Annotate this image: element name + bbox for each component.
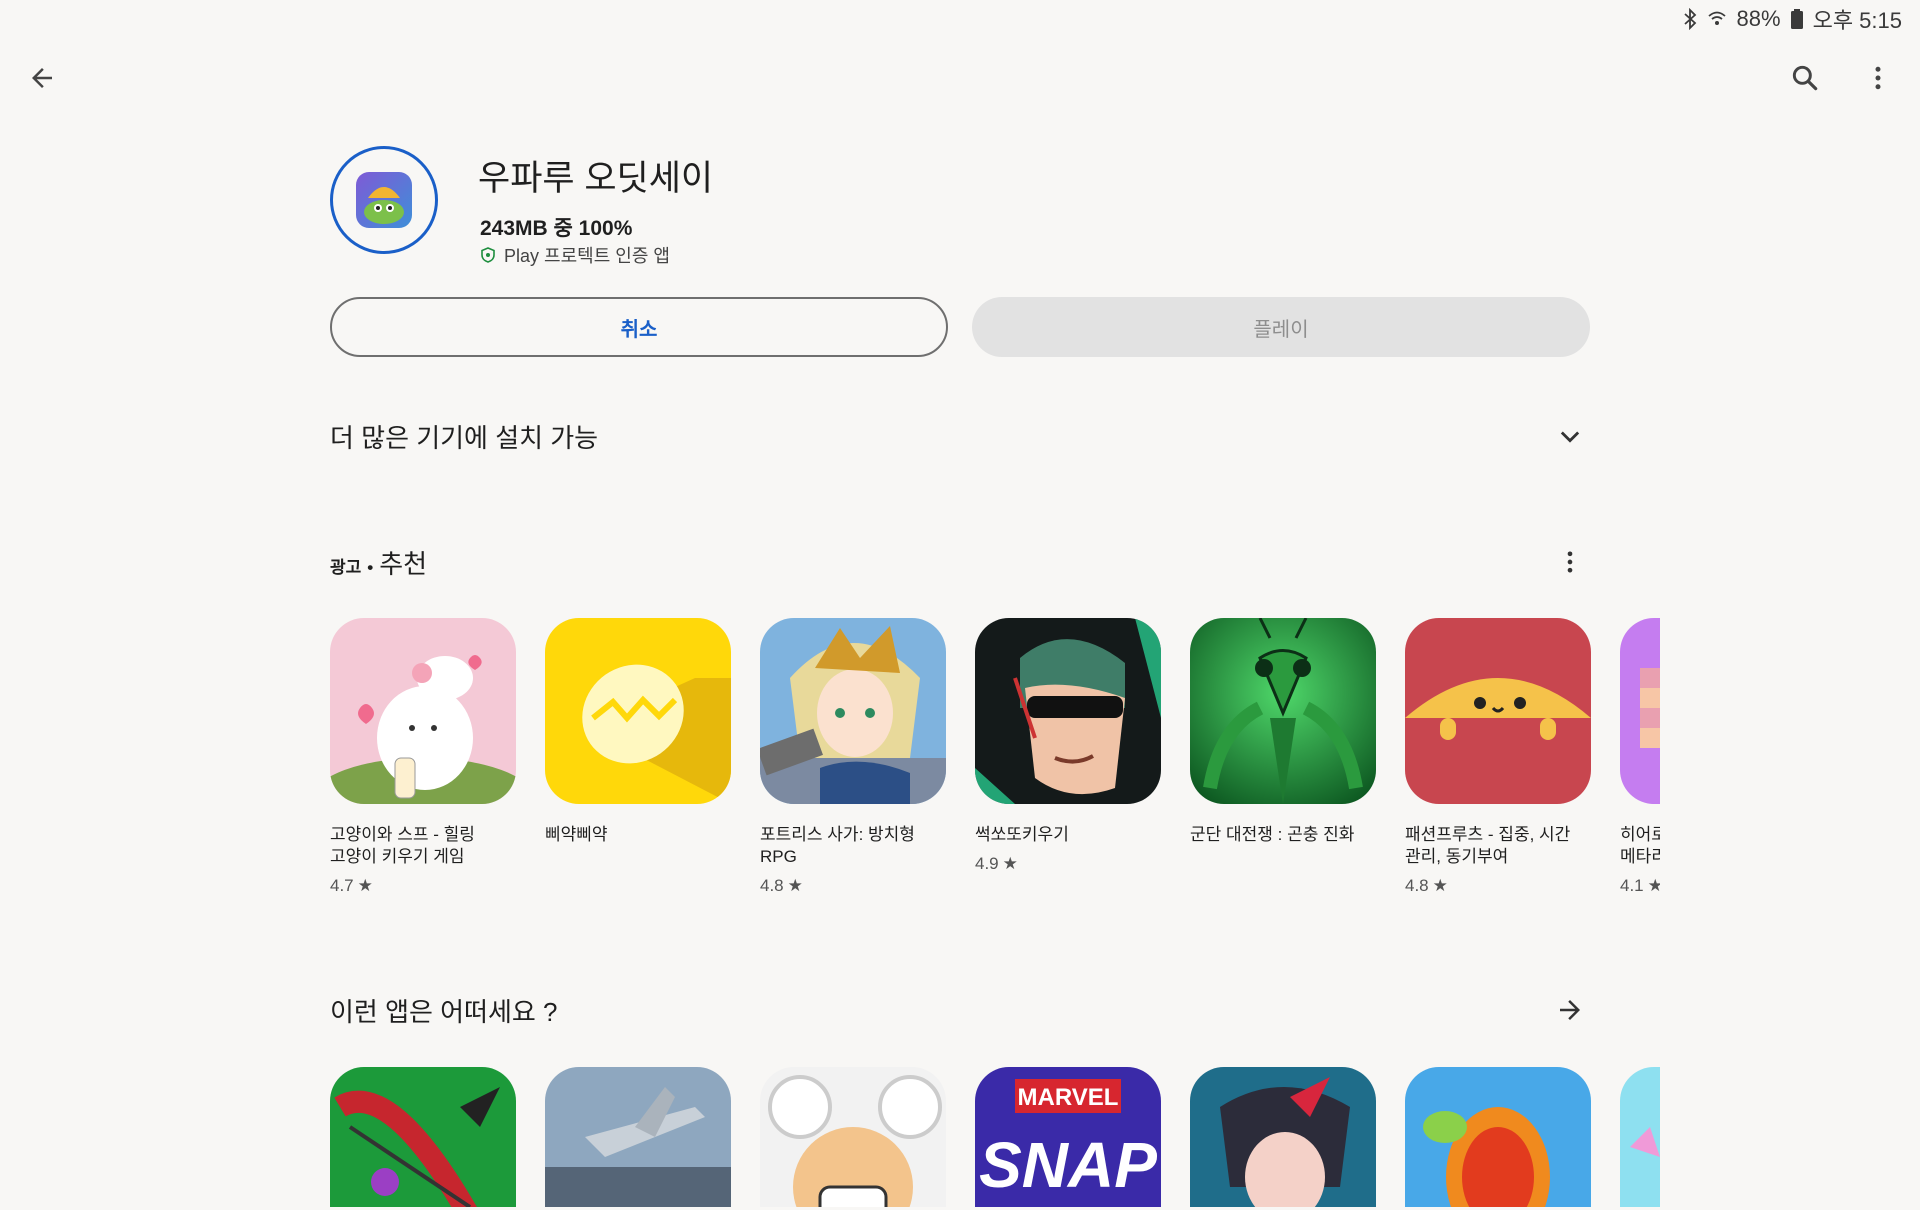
app-tile[interactable]: 패션프루츠 - 집중, 시간 관리, 동기부여 4.8 ★ (1405, 618, 1591, 896)
sseokssotto-icon (975, 618, 1161, 804)
ad-separator: • (367, 557, 374, 577)
battery-percent: 88% (1736, 6, 1781, 31)
recommended-heading: 광고 • 추천 (330, 544, 427, 581)
recommended-title: 추천 (379, 548, 428, 579)
rating-value: 4.7 (330, 876, 354, 895)
chevron-down-icon (1560, 431, 1580, 443)
more-vert-icon (1567, 551, 1573, 573)
recommended-header: 광고 • 추천 (330, 542, 1590, 582)
suggest-carousel: MARVEL SNAP (330, 1067, 1660, 1207)
app-name: 썩쏘또키우기 (975, 825, 1069, 844)
app-icon (356, 172, 412, 228)
anime-hero-icon (1190, 1067, 1376, 1207)
search-icon (1792, 65, 1818, 91)
ad-label: 광고 (330, 557, 362, 577)
insect-war-icon (1190, 618, 1376, 804)
app-tile[interactable] (760, 1067, 946, 1207)
recommended-more-button[interactable] (1550, 542, 1590, 582)
app-tile[interactable]: 히어로 메타리 4.1 ★ (1620, 618, 1660, 896)
app-tile[interactable]: 삐약삐약 (545, 618, 731, 846)
arrow-back-icon (32, 68, 52, 88)
passion-fruits-icon (1405, 618, 1591, 804)
app-title: 우파루 오딧세이 (478, 159, 714, 198)
hero-meta-icon (1620, 618, 1660, 804)
download-progress-text: 243MB 중 100% (480, 217, 633, 240)
pastel-game-icon (1620, 1067, 1660, 1207)
app-tile[interactable]: 고양이와 스프 - 힐링 고양이 키우기 게임 4.7 ★ (330, 618, 516, 896)
more-devices-title: 더 많은 기기에 설치 가능 (330, 422, 599, 453)
app-name: 포트리스 사가: 방치형 RPG (760, 825, 915, 866)
clock: 오후 5:15 (1812, 8, 1902, 33)
more-devices-row[interactable]: 더 많은 기기에 설치 가능 (330, 416, 1590, 456)
suggest-see-more-button[interactable] (1550, 990, 1590, 1030)
shield-icon (481, 247, 495, 263)
app-tile[interactable]: 군단 대전쟁 : 곤충 진화 (1190, 618, 1376, 846)
app-tile[interactable] (545, 1067, 731, 1207)
app-name: 패션프루츠 - 집중, 시간 관리, 동기부여 (1405, 825, 1571, 866)
rating-value: 4.9 (975, 854, 999, 873)
arrow-forward-icon (1560, 1000, 1580, 1020)
svg-text:MARVEL: MARVEL (1018, 1084, 1119, 1111)
search-button[interactable] (1781, 54, 1829, 102)
fortress-saga-icon (760, 618, 946, 804)
dragon-egg-icon (1405, 1067, 1591, 1207)
rating-value: 4.1 (1620, 876, 1644, 895)
star-icon: ★ (787, 876, 803, 895)
peep-peep-icon (545, 618, 731, 804)
suggest-title: 이런 앱은 어떠세요 ? (330, 996, 558, 1027)
wifi-icon (1707, 9, 1727, 29)
carousel-edge (1660, 610, 1920, 1210)
archero-icon (330, 1067, 516, 1207)
app-tile[interactable]: MARVEL SNAP (975, 1067, 1161, 1207)
bluetooth-icon (1683, 8, 1697, 30)
star-icon: ★ (1647, 876, 1660, 895)
app-name: 삐약삐약 (545, 825, 608, 844)
rating-value: 4.8 (760, 876, 784, 895)
app-tile[interactable] (330, 1067, 516, 1207)
rating-value: 4.8 (1405, 876, 1429, 895)
app-name: 군단 대전쟁 : 곤충 진화 (1190, 825, 1355, 844)
cancel-button[interactable]: 취소 (330, 297, 948, 357)
back-button[interactable] (18, 54, 66, 102)
download-progress-ring (330, 146, 438, 254)
app-tile[interactable] (1405, 1067, 1591, 1207)
play-button[interactable]: 플레이 (972, 297, 1590, 357)
status-bar: 88% 오후 5:15 (1683, 4, 1902, 34)
app-name: 히어로 메타리 (1620, 825, 1660, 866)
suggest-header[interactable]: 이런 앱은 어떠세요 ? (330, 990, 1590, 1030)
cat-soup-icon (330, 618, 516, 804)
app-name: 고양이와 스프 - 힐링 고양이 키우기 게임 (330, 825, 475, 866)
marvel-snap-icon: MARVEL SNAP (975, 1067, 1161, 1207)
recommended-carousel: 고양이와 스프 - 힐링 고양이 키우기 게임 4.7 ★ 삐약삐약 포트리스 … (330, 618, 1660, 918)
verified-label: Play 프로텍트 인증 앱 (504, 246, 670, 266)
app-rating: 4.7 ★ (330, 876, 516, 896)
expand-button[interactable] (1550, 416, 1590, 456)
play-protect-badge: Play 프로텍트 인증 앱 (480, 242, 670, 268)
app-rating: 4.9 ★ (975, 854, 1161, 874)
app-tile[interactable] (1620, 1067, 1660, 1207)
jet-warfare-icon (545, 1067, 731, 1207)
star-icon: ★ (1432, 876, 1448, 895)
app-rating: 4.1 ★ (1620, 876, 1660, 896)
star-icon: ★ (357, 876, 373, 895)
more-vert-icon (1875, 66, 1881, 90)
svg-text:SNAP: SNAP (979, 1129, 1157, 1201)
battery-icon (1790, 9, 1803, 29)
app-rating: 4.8 ★ (1405, 876, 1591, 896)
star-icon: ★ (1002, 854, 1018, 873)
app-tile[interactable]: 썩쏘또키우기 4.9 ★ (975, 618, 1161, 874)
app-rating: 4.8 ★ (760, 876, 946, 896)
pirate-game-icon (760, 1067, 946, 1207)
app-tile[interactable] (1190, 1067, 1376, 1207)
more-options-button[interactable] (1854, 54, 1902, 102)
app-tile[interactable]: 포트리스 사가: 방치형 RPG 4.8 ★ (760, 618, 946, 896)
